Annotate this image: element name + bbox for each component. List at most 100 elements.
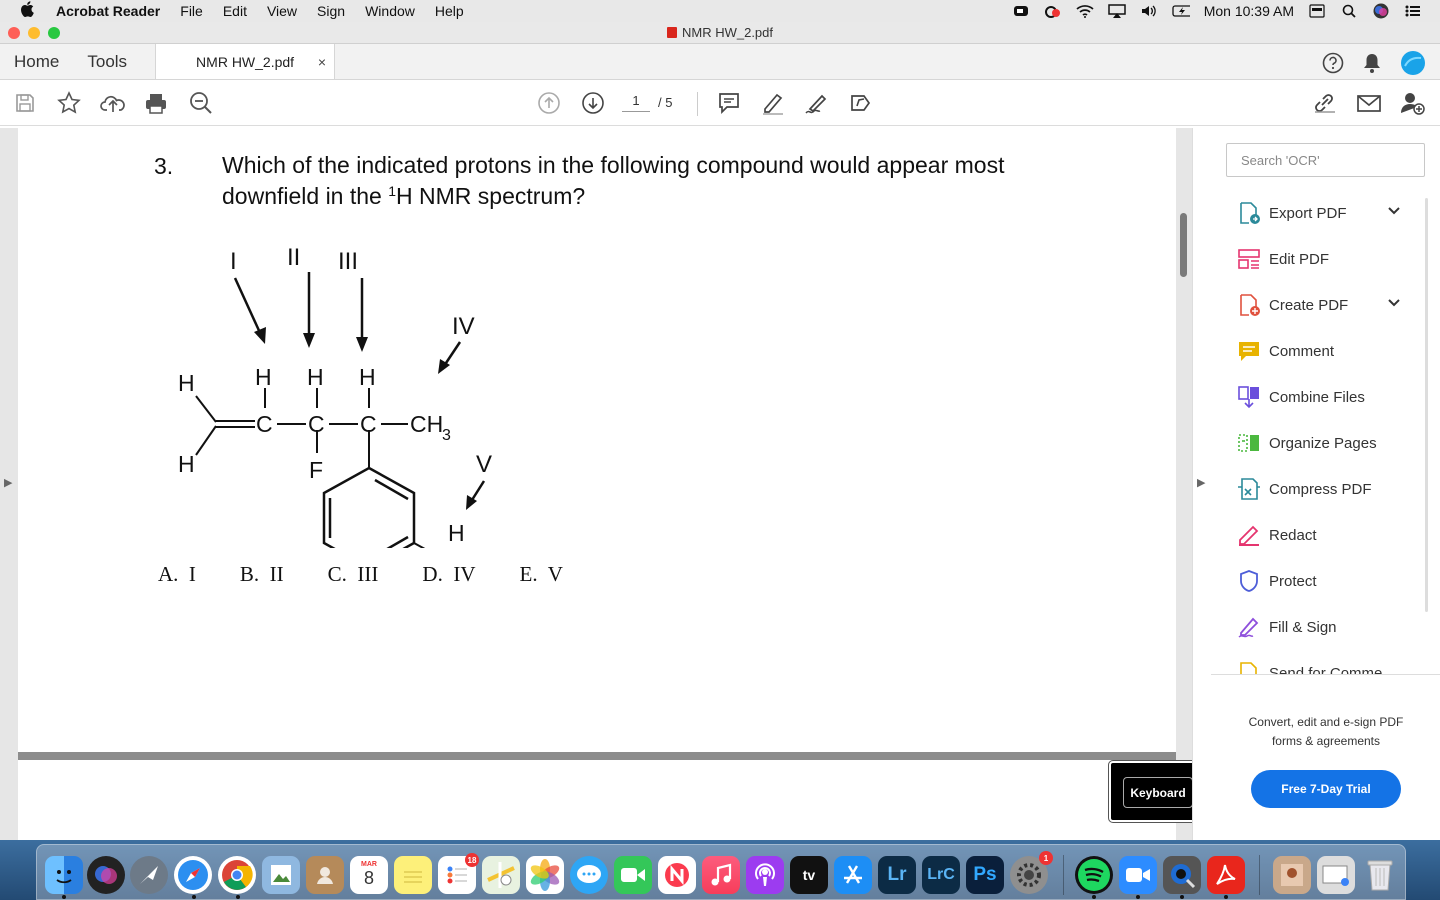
app-name-menu[interactable]: Acrobat Reader [56,3,160,19]
photos-icon[interactable] [526,856,564,894]
input-source-icon[interactable] [1308,4,1326,18]
chrome-icon[interactable] [218,856,256,894]
add-comment-icon[interactable] [716,90,742,116]
acrobat-reader-dock-icon[interactable] [1207,856,1245,894]
menu-help[interactable]: Help [435,3,464,19]
menu-edit[interactable]: Edit [223,3,247,19]
chevron-down-icon[interactable] [1387,204,1401,218]
previous-page-icon[interactable] [536,90,562,116]
keyboard-button[interactable]: Keyboard [1123,777,1193,808]
app-store-icon[interactable] [834,856,872,894]
creative-cloud-icon[interactable] [1044,4,1062,18]
trash-icon[interactable] [1361,856,1399,894]
quicktime-icon[interactable] [1163,856,1201,894]
tool-redact[interactable]: Redact [1211,512,1440,558]
launchpad-icon[interactable] [130,856,168,894]
spotify-icon[interactable] [1075,856,1113,894]
zoom-window-button[interactable] [48,27,60,39]
tool-protect[interactable]: Protect [1211,558,1440,604]
tool-combine-files[interactable]: Combine Files [1211,374,1440,420]
tab-tools[interactable]: Tools [73,44,141,79]
messages-icon[interactable] [570,856,608,894]
save-icon[interactable] [12,90,38,116]
document-viewport[interactable]: ▶ 3. Which of the indicated protons in t… [0,128,1192,840]
wifi-icon[interactable] [1076,4,1094,18]
close-tab-button[interactable]: × [318,54,326,70]
calendar-icon[interactable]: MAR 8 [350,856,388,894]
right-panel-toggle-icon[interactable]: ▶ [1197,476,1205,489]
tool-fill-sign[interactable]: Fill & Sign [1211,604,1440,650]
notes-icon[interactable] [394,856,432,894]
preview-icon[interactable] [262,856,300,894]
upload-cloud-icon[interactable] [100,90,126,116]
tool-compress-pdf[interactable]: Compress PDF [1211,466,1440,512]
control-center-icon[interactable] [1404,4,1422,18]
zoom-search-icon[interactable] [188,90,214,116]
battery-icon[interactable] [1172,4,1190,18]
menu-file[interactable]: File [180,3,203,19]
running-indicator [236,895,240,899]
tool-create-pdf[interactable]: Create PDF [1211,282,1440,328]
siri-dock-icon[interactable] [87,856,125,894]
next-page-icon[interactable] [580,90,606,116]
toolbar-divider [697,92,698,116]
finder-icon[interactable] [45,856,83,894]
notifications-bell-icon[interactable] [1362,52,1382,79]
podcasts-icon[interactable] [746,856,784,894]
spotlight-search-icon[interactable] [1340,4,1358,18]
apple-menu-icon[interactable] [20,1,38,21]
news-icon[interactable] [658,856,696,894]
keyboard-popup[interactable]: Keyboard [1108,760,1206,823]
share-link-icon[interactable] [1312,90,1338,116]
current-page-input[interactable]: 1 [622,93,650,112]
highlight-pen-icon[interactable] [760,90,786,116]
window-title-bar: NMR HW_2.pdf [0,22,1440,44]
arrow-III-head [356,337,368,352]
music-icon[interactable] [702,856,740,894]
photoshop-icon[interactable]: Ps [966,856,1004,894]
tool-send-for-comment[interactable]: Send for Comme [1211,650,1440,674]
menu-view[interactable]: View [267,3,297,19]
safari-icon[interactable] [174,856,212,894]
tool-comment[interactable]: Comment [1211,328,1440,374]
menu-sign[interactable]: Sign [317,3,345,19]
bookmark-star-icon[interactable] [56,90,82,116]
siri-icon[interactable] [1372,3,1390,19]
minimize-window-button[interactable] [28,27,40,39]
add-user-icon[interactable] [1400,90,1426,116]
menu-window[interactable]: Window [365,3,415,19]
email-envelope-icon[interactable] [1356,90,1382,116]
share-send-icon[interactable] [848,90,874,116]
facetime-icon[interactable] [614,856,652,894]
running-indicator [1224,895,1228,899]
contacts-icon[interactable] [306,856,344,894]
airplay-icon[interactable] [1107,4,1126,18]
apple-tv-icon[interactable]: tv [790,856,828,894]
zoom-meeting-status-icon[interactable] [1012,4,1030,18]
tool-export-pdf[interactable]: Export PDF [1211,190,1440,236]
lightroom-classic-icon[interactable]: LrC [922,856,960,894]
left-panel-toggle-icon[interactable]: ▶ [4,476,12,489]
menubar-clock[interactable]: Mon 10:39 AM [1204,3,1294,19]
maps-icon[interactable] [482,856,520,894]
close-window-button[interactable] [8,27,20,39]
document-scrollbar[interactable] [1180,213,1187,277]
help-icon[interactable] [1322,52,1344,79]
tool-organize-pages[interactable]: Organize Pages [1211,420,1440,466]
tab-document[interactable]: NMR HW_2.pdf × [155,44,336,79]
tool-edit-pdf[interactable]: Edit PDF [1211,236,1440,282]
free-trial-button[interactable]: Free 7-Day Trial [1251,770,1401,808]
volume-icon[interactable] [1140,4,1158,18]
chevron-down-icon[interactable] [1387,296,1401,310]
tab-home[interactable]: Home [0,44,73,79]
apple-tv-label: tv [802,867,816,883]
downloads-stack-icon[interactable] [1273,856,1311,894]
tools-search-input[interactable]: Search 'OCR' [1226,143,1425,177]
tools-panel-scrollbar[interactable] [1425,198,1428,612]
account-avatar[interactable] [1400,50,1426,81]
print-icon[interactable] [143,90,169,116]
documents-stack-icon[interactable] [1317,856,1355,894]
lightroom-icon[interactable]: Lr [878,856,916,894]
sign-pen-icon[interactable] [804,90,830,116]
zoom-app-icon[interactable] [1119,856,1157,894]
